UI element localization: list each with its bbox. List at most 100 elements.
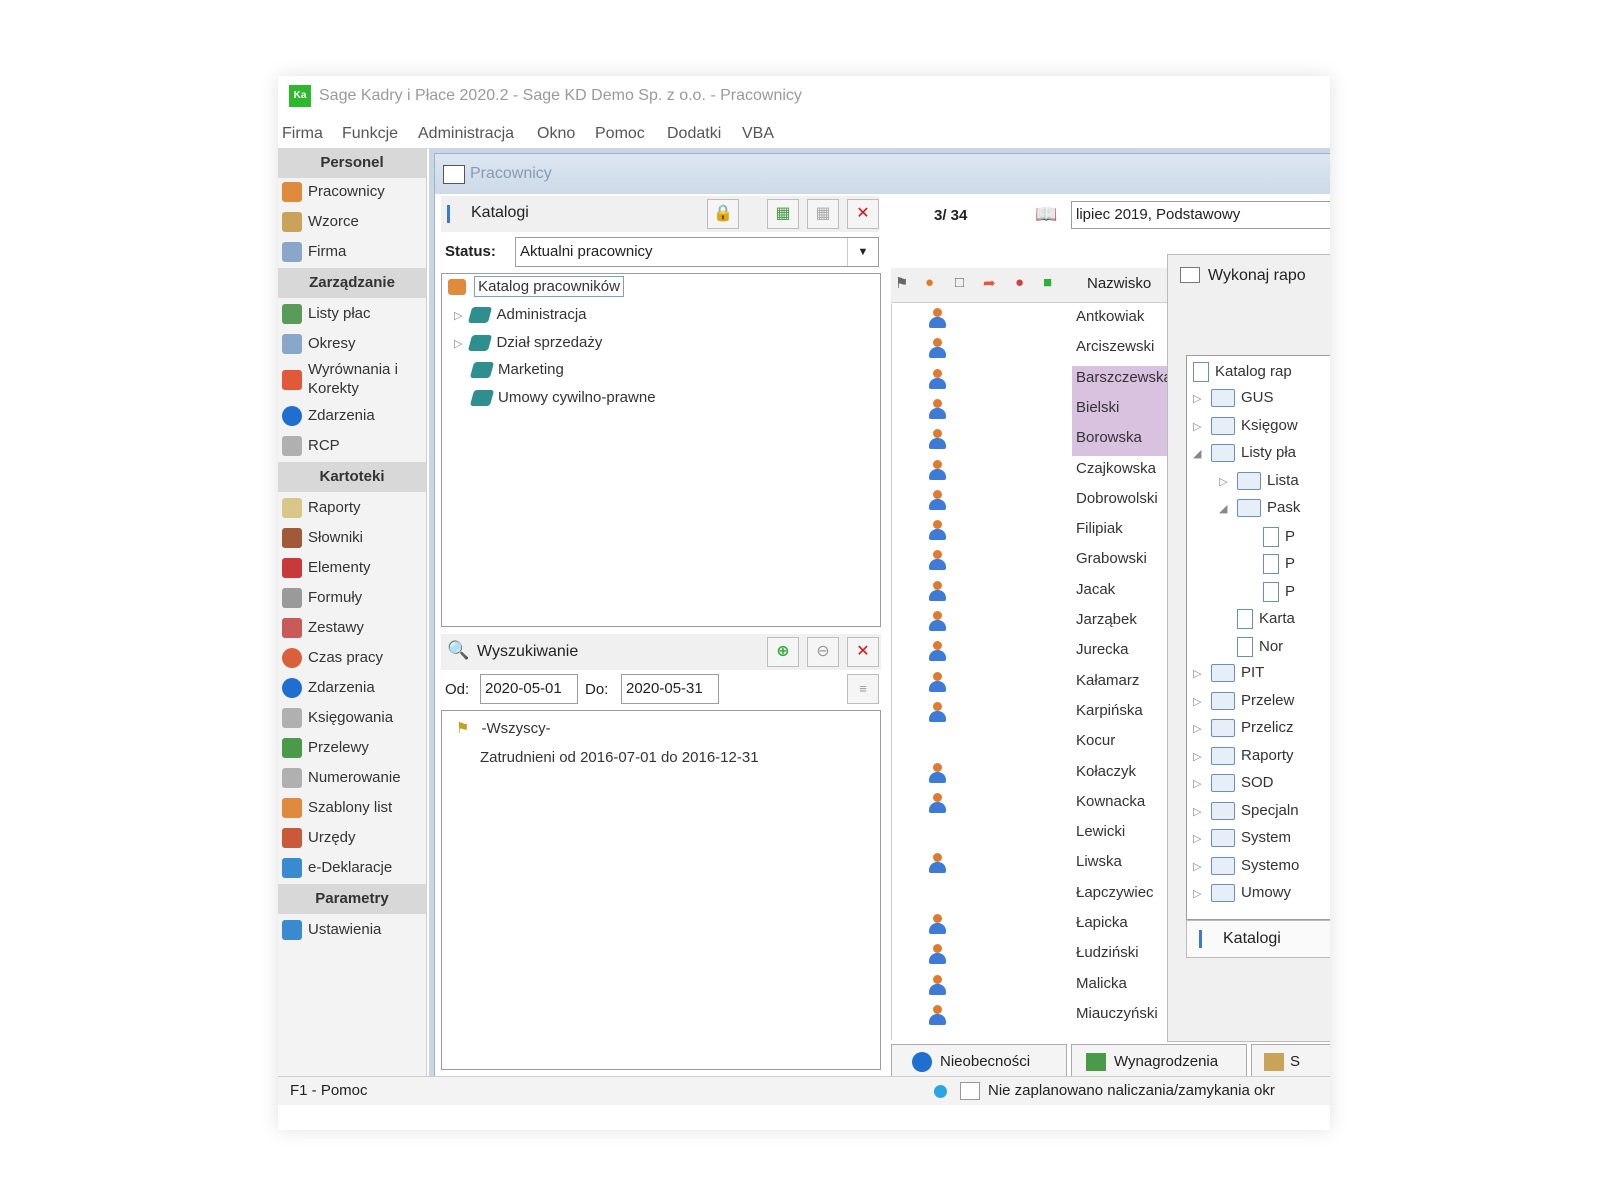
tree-item-umowy[interactable]: Umowy cywilno-prawne bbox=[469, 389, 656, 407]
report-katalogi-tab[interactable]: Katalogi bbox=[1186, 920, 1330, 958]
remove-filter-button[interactable]: ⊖ bbox=[807, 637, 839, 667]
report-tree-item[interactable]: Nor bbox=[1219, 636, 1283, 657]
sidebar-item-e-deklaracje[interactable]: e-Deklaracje bbox=[282, 854, 422, 882]
tab-more[interactable]: S bbox=[1251, 1044, 1330, 1080]
report-tree-item[interactable]: ▷ Umowy bbox=[1193, 884, 1291, 903]
lock-button[interactable]: 🔒 bbox=[707, 199, 739, 229]
tree-expander-icon[interactable]: ▷ bbox=[1193, 777, 1203, 790]
employee-row[interactable]: Arciszewski bbox=[1076, 338, 1154, 355]
to-date-field[interactable]: 2020-05-31 bbox=[621, 674, 719, 704]
sidebar-item-zdarzenia[interactable]: Zdarzenia bbox=[282, 402, 422, 430]
sidebar-item-ustawienia[interactable]: Ustawienia bbox=[282, 916, 422, 944]
tree-expander-icon[interactable]: ◢ bbox=[1193, 447, 1203, 460]
tree-expander-icon[interactable]: ▷ bbox=[1193, 667, 1203, 680]
sidebar-item-wyrownania[interactable]: Wyrównania i Korekty bbox=[282, 360, 422, 400]
sidebar-item-urzedy[interactable]: Urzędy bbox=[282, 824, 422, 852]
menu-firma[interactable]: Firma bbox=[282, 125, 323, 143]
tree-expander-icon[interactable]: ▷ bbox=[1193, 392, 1203, 405]
sidebar-item-rcp[interactable]: RCP bbox=[282, 432, 422, 460]
chevron-down-icon[interactable]: ▼ bbox=[847, 238, 878, 266]
employee-row[interactable]: Karpińska bbox=[1076, 702, 1143, 719]
tree-item-administracja[interactable]: ▷ Administracja bbox=[454, 306, 587, 324]
edit-catalog-button[interactable]: ▦ bbox=[807, 199, 839, 229]
add-catalog-button[interactable]: ▦ bbox=[767, 199, 799, 229]
menu-pomoc[interactable]: Pomoc bbox=[595, 125, 645, 143]
report-tree-item[interactable]: ▷ Raporty bbox=[1193, 747, 1294, 765]
report-tree-item[interactable]: ▷ Przelew bbox=[1193, 692, 1294, 710]
sidebar-item-slowniki[interactable]: Słowniki bbox=[282, 524, 422, 552]
filter-all[interactable]: ⚑ -Wszyscy- bbox=[456, 719, 551, 737]
report-tree-item[interactable]: ▷ PIT bbox=[1193, 664, 1264, 683]
sidebar-item-szablony[interactable]: Szablony list bbox=[282, 794, 422, 822]
report-tree-item[interactable]: ◢ Listy pła bbox=[1193, 444, 1296, 463]
employee-row[interactable]: Łapicka bbox=[1076, 914, 1128, 931]
tab-wynagrodzenia[interactable]: Wynagrodzenia bbox=[1071, 1044, 1247, 1080]
from-date-field[interactable]: 2020-05-01 bbox=[480, 674, 578, 704]
menu-funkcje[interactable]: Funkcje bbox=[342, 125, 398, 143]
add-filter-button[interactable]: ⊕ bbox=[767, 637, 799, 667]
report-tree-root[interactable]: Katalog rap bbox=[1193, 362, 1292, 382]
sidebar-item-raporty[interactable]: Raporty bbox=[282, 494, 422, 522]
employee-row[interactable]: Czajkowska bbox=[1076, 460, 1156, 477]
tree-expander-icon[interactable]: ▷ bbox=[1193, 860, 1203, 873]
employee-row[interactable]: Grabowski bbox=[1076, 550, 1147, 567]
report-tree-item[interactable]: P bbox=[1245, 526, 1295, 547]
employee-row[interactable]: Filipiak bbox=[1076, 520, 1123, 537]
employee-row[interactable]: Jarząbek bbox=[1076, 611, 1137, 628]
report-tree-item[interactable]: ▷ Przelicz bbox=[1193, 719, 1294, 738]
sidebar-item-zdarzenia-2[interactable]: Zdarzenia bbox=[282, 674, 422, 702]
tree-expander-icon[interactable]: ▷ bbox=[1193, 832, 1203, 845]
menu-vba[interactable]: VBA bbox=[742, 125, 774, 143]
tree-expander-icon[interactable]: ▷ bbox=[1193, 750, 1203, 763]
report-tree-item[interactable]: ▷ System bbox=[1193, 829, 1291, 848]
employee-row[interactable]: Kownacka bbox=[1076, 793, 1145, 810]
employee-row[interactable]: Borowska bbox=[1076, 429, 1142, 446]
tree-expander-icon[interactable]: ▷ bbox=[1193, 722, 1203, 735]
report-tree-item[interactable]: ▷ Księgow bbox=[1193, 417, 1298, 435]
report-tree-item[interactable]: P bbox=[1245, 581, 1295, 602]
sidebar-item-pracownicy[interactable]: Pracownicy bbox=[282, 178, 422, 206]
arrow-column-icon[interactable]: ➦ bbox=[983, 274, 996, 292]
tree-expander-icon[interactable]: ▷ bbox=[1193, 420, 1203, 433]
money-column-icon[interactable]: ■ bbox=[1043, 274, 1052, 291]
clear-search-button[interactable]: ✕ bbox=[847, 637, 879, 667]
sidebar-item-czas-pracy[interactable]: Czas pracy bbox=[282, 644, 422, 672]
sidebar-item-formuly[interactable]: Formuły bbox=[282, 584, 422, 612]
tab-nieobecnosci[interactable]: Nieobecności bbox=[891, 1044, 1067, 1080]
tree-item-marketing[interactable]: Marketing bbox=[469, 361, 564, 379]
menu-okno[interactable]: Okno bbox=[537, 125, 575, 143]
sidebar-item-ksiegowania[interactable]: Księgowania bbox=[282, 704, 422, 732]
report-tree-item[interactable]: Karta bbox=[1219, 609, 1295, 629]
sidebar-item-listy-plac[interactable]: Listy płac bbox=[282, 300, 422, 328]
menu-dodatki[interactable]: Dodatki bbox=[667, 125, 721, 143]
filter-employed[interactable]: Zatrudnieni od 2016-07-01 do 2016-12-31 bbox=[480, 749, 759, 766]
sidebar-item-zestawy[interactable]: Zestawy bbox=[282, 614, 422, 642]
tree-expander-icon[interactable]: ▷ bbox=[1219, 475, 1229, 488]
surname-column-header[interactable]: Nazwisko bbox=[1087, 275, 1151, 292]
tree-expander-icon[interactable]: ▷ bbox=[1193, 887, 1203, 900]
employee-row[interactable]: Jacak bbox=[1076, 581, 1115, 598]
employee-row[interactable]: Lewicki bbox=[1076, 823, 1125, 840]
document-column-icon[interactable]: □ bbox=[955, 274, 964, 291]
menu-administracja[interactable]: Administracja bbox=[418, 125, 514, 143]
sidebar-item-numerowanie[interactable]: Numerowanie bbox=[282, 764, 422, 792]
employee-row[interactable]: Kocur bbox=[1076, 732, 1115, 749]
report-tree-item[interactable]: P bbox=[1245, 554, 1295, 574]
employee-row[interactable]: Bielski bbox=[1076, 399, 1119, 416]
report-tree-item[interactable]: ▷ GUS bbox=[1193, 389, 1274, 408]
tree-expander-icon[interactable]: ▷ bbox=[1193, 695, 1203, 708]
tree-item-dzial-sprzedazy[interactable]: ▷ Dział sprzedaży bbox=[454, 334, 602, 352]
employee-row[interactable]: Łudziński bbox=[1076, 944, 1139, 961]
run-report-title[interactable]: Wykonaj rapo bbox=[1208, 267, 1306, 285]
employee-row[interactable]: Łapczywiec bbox=[1076, 884, 1154, 901]
sidebar-item-okresy[interactable]: Okresy bbox=[282, 330, 422, 358]
employee-row[interactable]: Miauczyński bbox=[1076, 1005, 1158, 1022]
period-field[interactable]: lipiec 2019, Podstawowy bbox=[1071, 201, 1330, 229]
apply-search-button[interactable]: ≡ bbox=[847, 674, 879, 704]
employee-row[interactable]: Liwska bbox=[1076, 853, 1122, 870]
sidebar-item-wzorce[interactable]: Wzorce bbox=[282, 208, 422, 236]
employee-row[interactable]: Jurecka bbox=[1076, 641, 1129, 658]
report-tree-item[interactable]: ▷ Specjaln bbox=[1193, 802, 1299, 820]
sidebar-item-firma[interactable]: Firma bbox=[282, 238, 422, 266]
report-tree-item[interactable]: ▷ Lista bbox=[1219, 472, 1299, 490]
